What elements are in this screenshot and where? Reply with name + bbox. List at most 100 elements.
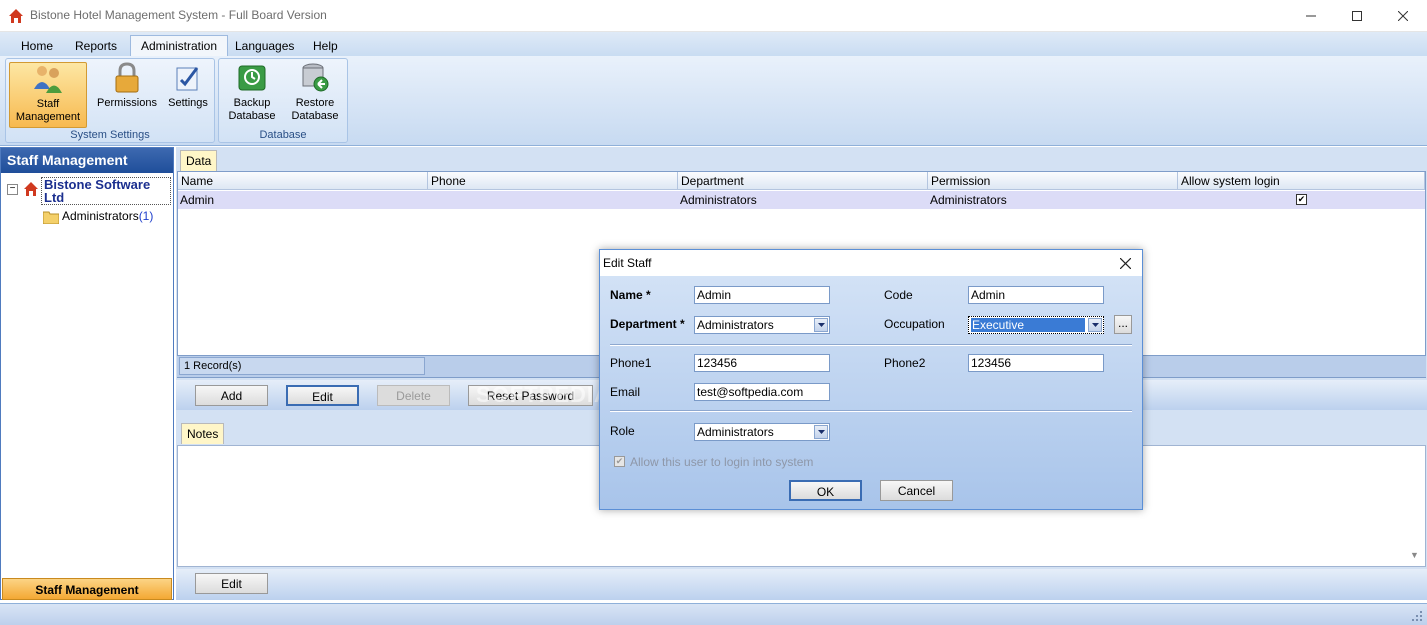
ribbon: Staff Management Permissions Settings Sy… [0,56,1427,146]
resize-grip-icon[interactable] [1411,610,1423,622]
occupation-select[interactable]: Executive [968,316,1104,334]
house-icon [24,182,38,196]
occupation-value: Executive [971,318,1085,332]
department-value: Administrators [697,318,774,332]
separator [610,344,1132,346]
phone1-field[interactable]: 123456 [694,354,830,372]
cell-department: Administrators [680,193,757,207]
left-panel: Staff Management − Bistone Software Ltd … [0,147,174,600]
chevron-down-icon [1088,318,1102,332]
scroll-down-icon[interactable]: ▼ [1410,550,1419,560]
close-icon [1119,257,1131,269]
lock-icon [115,62,139,93]
role-select[interactable]: Administrators [694,423,830,441]
department-label: Department * [610,317,685,331]
occupation-label: Occupation [884,317,945,331]
close-button[interactable] [1380,0,1426,32]
title-bar: Bistone Hotel Management System - Full B… [0,0,1427,32]
backup-label-2: Database [228,110,276,122]
backup-database-button[interactable]: Backup Database [222,62,282,128]
menu-languages[interactable]: Languages [225,36,304,56]
chevron-down-icon [814,425,828,439]
phone2-field[interactable]: 123456 [968,354,1104,372]
occupation-more-button[interactable]: ... [1114,315,1132,334]
ribbon-group-label: Database [259,129,307,141]
department-select[interactable]: Administrators [694,316,830,334]
table-row[interactable] [178,191,1425,209]
email-label: Email [610,385,641,399]
code-field[interactable]: Admin [968,286,1104,304]
cancel-button[interactable]: Cancel [880,480,953,501]
menu-bar: Home Reports Administration Languages He… [0,32,1427,56]
menu-home[interactable]: Home [11,36,63,56]
cell-name: Admin [180,193,215,207]
phone1-label: Phone1 [610,356,652,370]
tree-item-count: (1) [138,209,154,223]
chevron-down-icon [814,318,828,332]
watermark: SOFTPEDIA [476,382,611,407]
tree-root[interactable]: Bistone Software Ltd [41,177,171,205]
name-label: Name * [610,288,651,302]
column-header-department[interactable]: Department [678,172,928,190]
notes-action-bar: Edit [176,569,1427,600]
menu-administration[interactable]: Administration [130,35,229,56]
tab-notes[interactable]: Notes [181,423,225,444]
edit-button[interactable]: Edit [286,385,359,406]
dialog-close-button[interactable] [1112,253,1138,273]
tree-item-administrators[interactable]: Administrators(1) [62,209,153,223]
notes-edit-button[interactable]: Edit [195,573,268,594]
cell-permission: Administrators [930,193,1007,207]
close-icon [1398,11,1408,21]
cell-allow-login-checkbox[interactable]: ✔ [1296,194,1307,205]
staff-management-label-1: Staff [36,98,60,110]
column-header-phone[interactable]: Phone [428,172,678,190]
folder-icon [43,211,59,224]
column-header-allow-login[interactable]: Allow system login [1178,172,1425,190]
allow-login-label: Allow this user to login into system [630,455,814,469]
email-field[interactable]: test@softpedia.com [694,383,830,401]
status-bar [0,603,1427,625]
minimize-button[interactable] [1288,0,1334,32]
allow-login-checkbox: ✔ [614,456,625,467]
ribbon-group-database: Backup Database Restore Database Databas… [218,58,348,143]
staff-icon [34,66,62,93]
dialog-title: Edit Staff [603,256,652,270]
tree-collapse-toggle[interactable]: − [7,184,18,195]
tree-root-label-2: Ltd [44,190,65,205]
phone2-label: Phone2 [884,356,926,370]
tree-item-label: Administrators [62,209,139,223]
name-field[interactable]: Admin [694,286,830,304]
staff-management-button[interactable]: Staff Management [9,62,87,128]
records-count: 1 Record(s) [179,357,425,375]
edit-staff-dialog: Edit Staff Name * Admin Code Admin Depar… [599,249,1143,510]
dialog-title-bar: Edit Staff [600,250,1142,276]
ribbon-group-label: System Settings [70,129,150,141]
menu-help[interactable]: Help [303,36,348,56]
menu-reports[interactable]: Reports [65,36,127,56]
maximize-icon [1352,11,1362,21]
restore-label-2: Database [291,110,339,122]
column-header-permission[interactable]: Permission [928,172,1178,190]
house-icon [9,9,23,23]
column-header-name[interactable]: Name [178,172,428,190]
ribbon-group-system-settings: Staff Management Permissions Settings Sy… [5,58,215,143]
window-title: Bistone Hotel Management System - Full B… [30,8,327,22]
permissions-button[interactable]: Permissions [91,62,163,128]
left-panel-title: Staff Management [1,148,173,173]
backup-icon [238,65,266,91]
delete-button: Delete [377,385,450,406]
tab-data[interactable]: Data [180,150,218,171]
code-label: Code [884,288,913,302]
maximize-button[interactable] [1334,0,1380,32]
restore-label-1: Restore [295,97,335,109]
restore-icon [302,63,329,92]
separator [610,410,1132,412]
add-button[interactable]: Add [195,385,268,406]
permissions-label: Permissions [97,97,157,109]
settings-button[interactable]: Settings [163,62,213,128]
staff-management-label-2: Management [15,111,81,123]
left-panel-footer-button[interactable]: Staff Management [2,578,172,600]
restore-database-button[interactable]: Restore Database [284,62,346,128]
ok-button[interactable]: OK [789,480,862,501]
role-label: Role [610,424,635,438]
